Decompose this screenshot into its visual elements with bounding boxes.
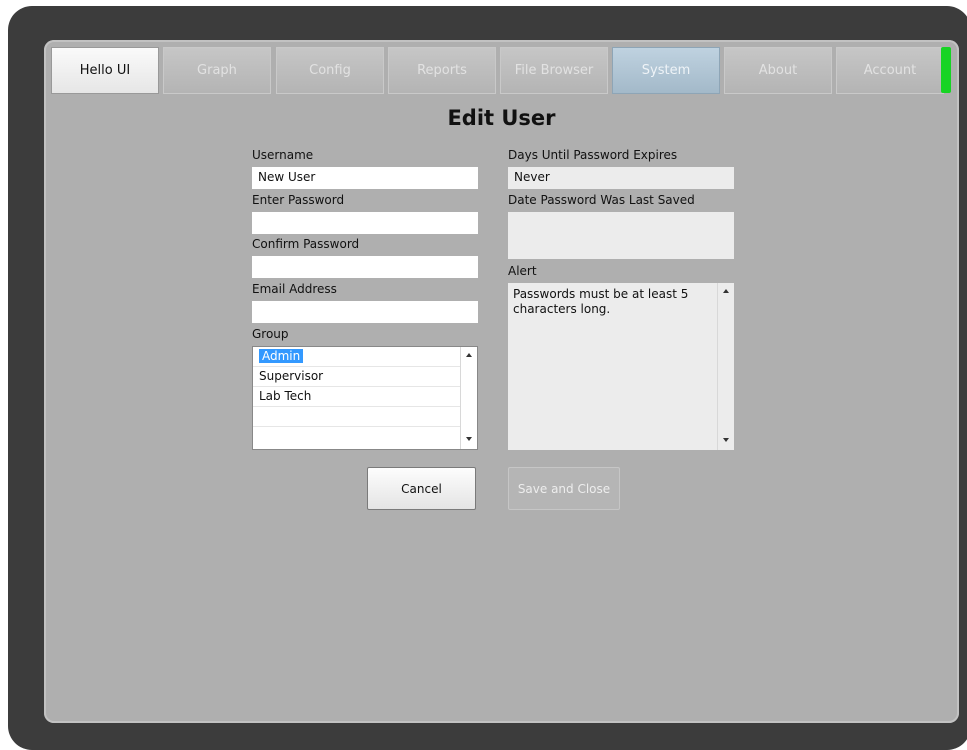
password-field[interactable]: [252, 212, 478, 234]
window-frame: Hello UI Graph Config Reports File Brows…: [8, 6, 967, 750]
save-and-close-button[interactable]: Save and Close: [508, 467, 620, 510]
scroll-down-icon[interactable]: [466, 437, 472, 441]
page-title: Edit User: [447, 106, 556, 130]
tab-reports[interactable]: Reports: [388, 47, 496, 94]
tab-bar: Hello UI Graph Config Reports File Brows…: [51, 47, 951, 94]
confirm-password-label: Confirm Password: [252, 237, 360, 251]
tab-hello-ui[interactable]: Hello UI: [51, 47, 159, 94]
status-indicator: [941, 47, 951, 93]
days-until-expire-label: Days Until Password Expires: [508, 148, 678, 162]
cancel-button[interactable]: Cancel: [367, 467, 476, 510]
tab-system[interactable]: System: [612, 47, 720, 94]
alert-box: Passwords must be at least 5 characters …: [508, 283, 734, 450]
alert-label: Alert: [508, 264, 537, 278]
tab-account[interactable]: Account: [836, 47, 944, 94]
email-label: Email Address: [252, 282, 337, 296]
scroll-down-icon[interactable]: [723, 438, 729, 442]
group-listbox[interactable]: Admin Supervisor Lab Tech: [252, 346, 478, 450]
confirm-password-field[interactable]: [252, 256, 478, 278]
alert-text: Passwords must be at least 5 characters …: [513, 287, 689, 316]
tab-file-browser[interactable]: File Browser: [500, 47, 608, 94]
list-item-empty: [253, 407, 460, 427]
main-panel: Hello UI Graph Config Reports File Brows…: [44, 40, 959, 723]
group-label: Group: [252, 327, 289, 341]
list-item-label: Admin: [259, 349, 304, 363]
list-item-admin[interactable]: Admin: [253, 347, 460, 367]
date-last-saved-label: Date Password Was Last Saved: [508, 193, 695, 207]
password-label: Enter Password: [252, 193, 345, 207]
alert-scrollbar[interactable]: [717, 283, 734, 450]
list-item-supervisor[interactable]: Supervisor: [253, 367, 460, 387]
username-label: Username: [252, 148, 314, 162]
username-field[interactable]: New User: [252, 167, 478, 189]
list-item-label: Supervisor: [259, 369, 324, 383]
scroll-up-icon[interactable]: [466, 353, 472, 357]
email-field[interactable]: [252, 301, 478, 323]
list-item-lab-tech[interactable]: Lab Tech: [253, 387, 460, 407]
date-last-saved-field: [508, 212, 734, 259]
list-item-label: Lab Tech: [259, 389, 312, 403]
scroll-up-icon[interactable]: [723, 289, 729, 293]
tab-graph[interactable]: Graph: [163, 47, 271, 94]
tab-about[interactable]: About: [724, 47, 832, 94]
days-until-expire-field: Never: [508, 167, 734, 189]
tab-config[interactable]: Config: [276, 47, 384, 94]
group-scrollbar[interactable]: [460, 347, 477, 449]
